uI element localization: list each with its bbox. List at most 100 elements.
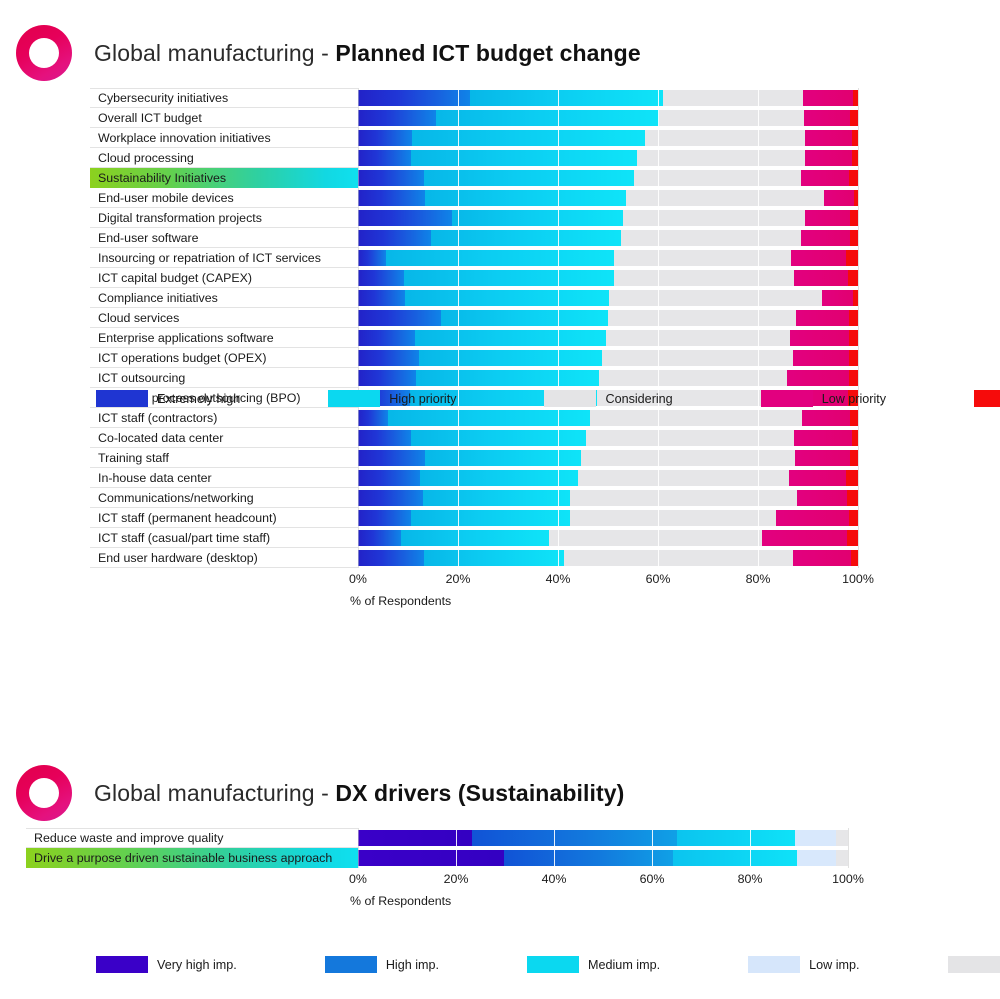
bar-segment — [621, 230, 801, 246]
legend-item: Extremely high — [96, 390, 240, 407]
bar-segment — [590, 410, 802, 426]
chart-row: End user hardware (desktop) — [90, 548, 1000, 568]
bar-segment — [586, 430, 794, 446]
bar-segment — [795, 450, 850, 466]
bar-segment — [358, 850, 505, 866]
stacked-bar — [358, 90, 858, 106]
bar-segment — [423, 490, 570, 506]
row-label: End-user software — [90, 228, 358, 248]
stacked-bar — [358, 110, 858, 126]
row-label: ICT staff (contractors) — [90, 408, 358, 428]
chart-row: Co-located data center — [90, 428, 1000, 448]
legend-label: Considering — [605, 391, 673, 406]
chart-row: ICT staff (casual/part time staff) — [90, 528, 1000, 548]
legend-swatch — [544, 390, 597, 407]
row-label: Training staff — [90, 448, 358, 468]
bar-segment — [801, 230, 850, 246]
legend-swatch — [974, 390, 1000, 407]
legend-label: High imp. — [385, 957, 440, 972]
chart-row: End-user mobile devices — [90, 188, 1000, 208]
bar-segment — [850, 230, 858, 246]
bar-segment — [793, 350, 849, 366]
bar-segment — [358, 130, 412, 146]
bar-segment — [358, 270, 404, 286]
legend-item: Very high imp. — [96, 956, 237, 973]
legend-swatch — [947, 956, 1000, 973]
stacked-bar — [358, 290, 858, 306]
chart-row: Reduce waste and improve quality — [26, 828, 1000, 848]
chart2-header: Global manufacturing - DX drivers (Susta… — [0, 758, 1000, 828]
bar-segment — [848, 270, 858, 286]
row-label: Workplace innovation initiatives — [90, 128, 358, 148]
bar-segment — [626, 190, 824, 206]
row-bar-track — [358, 408, 858, 428]
bar-segment — [404, 270, 614, 286]
bar-segment — [849, 350, 858, 366]
axis-tick-label: 0% — [349, 572, 367, 586]
chart1-legend: Extremely high High priority Considering Lo… — [96, 390, 1000, 407]
chart-row: Digital transformation projects — [90, 208, 1000, 228]
chart2-title-bold: DX drivers (Sustainability) — [335, 779, 625, 806]
chart2-rows: Reduce waste and improve quality Drive a … — [0, 828, 1000, 868]
row-label: End user hardware (desktop) — [90, 548, 358, 568]
bar-segment — [386, 250, 614, 266]
bar-segment — [358, 450, 425, 466]
bar-segment — [358, 290, 405, 306]
bar-segment — [794, 270, 848, 286]
bar-segment — [358, 230, 431, 246]
bar-segment — [358, 430, 411, 446]
chart1-header: Global manufacturing - Planned ICT budge… — [0, 18, 1000, 88]
bar-segment — [796, 310, 849, 326]
legend-label: Low imp. — [809, 957, 860, 972]
bar-segment — [805, 150, 852, 166]
chart-row: Compliance initiatives — [90, 288, 1000, 308]
row-bar-track — [358, 228, 858, 248]
row-label: Compliance initiatives — [90, 288, 358, 308]
bar-segment — [441, 310, 608, 326]
bar-segment — [411, 150, 637, 166]
stacked-bar — [358, 170, 858, 186]
chart-row: End-user software — [90, 228, 1000, 248]
bar-segment — [801, 170, 849, 186]
row-label: End-user mobile devices — [90, 188, 358, 208]
bar-segment — [358, 830, 472, 846]
axis-tick-label: 80% — [737, 872, 763, 886]
row-bar-track — [358, 368, 858, 388]
legend-swatch — [96, 390, 148, 407]
bar-segment — [358, 190, 425, 206]
row-bar-track — [358, 88, 858, 108]
bar-segment — [850, 450, 858, 466]
row-bar-track — [358, 168, 858, 188]
bar-segment — [358, 330, 415, 346]
bar-segment — [470, 90, 663, 106]
bar-segment — [358, 310, 441, 326]
row-label: ICT staff (permanent headcount) — [90, 508, 358, 528]
bar-segment — [425, 190, 626, 206]
stacked-bar — [358, 410, 858, 426]
stacked-bar — [358, 310, 858, 326]
bar-segment — [614, 270, 794, 286]
bar-segment — [836, 850, 848, 866]
bar-segment — [805, 130, 852, 146]
chart-row: Overall ICT budget — [90, 108, 1000, 128]
bar-segment — [425, 450, 581, 466]
row-bar-track — [358, 188, 858, 208]
row-label: ICT capital budget (CAPEX) — [90, 268, 358, 288]
chart-row: ICT outsourcing — [90, 368, 1000, 388]
stacked-bar — [358, 450, 858, 466]
bar-segment — [850, 410, 858, 426]
axis-tick-label: 60% — [645, 572, 671, 586]
bar-segment — [415, 330, 606, 346]
row-label: In-house data center — [90, 468, 358, 488]
bar-segment — [849, 330, 858, 346]
stacked-bar — [358, 470, 858, 486]
stacked-bar — [358, 270, 858, 286]
bar-segment — [802, 410, 850, 426]
stacked-bar — [358, 150, 858, 166]
row-bar-track — [358, 428, 858, 448]
stacked-bar — [358, 850, 848, 866]
bar-segment — [659, 110, 804, 126]
axis-tick-label: 80% — [745, 572, 771, 586]
row-bar-track — [358, 828, 848, 848]
row-label: ICT outsourcing — [90, 368, 358, 388]
